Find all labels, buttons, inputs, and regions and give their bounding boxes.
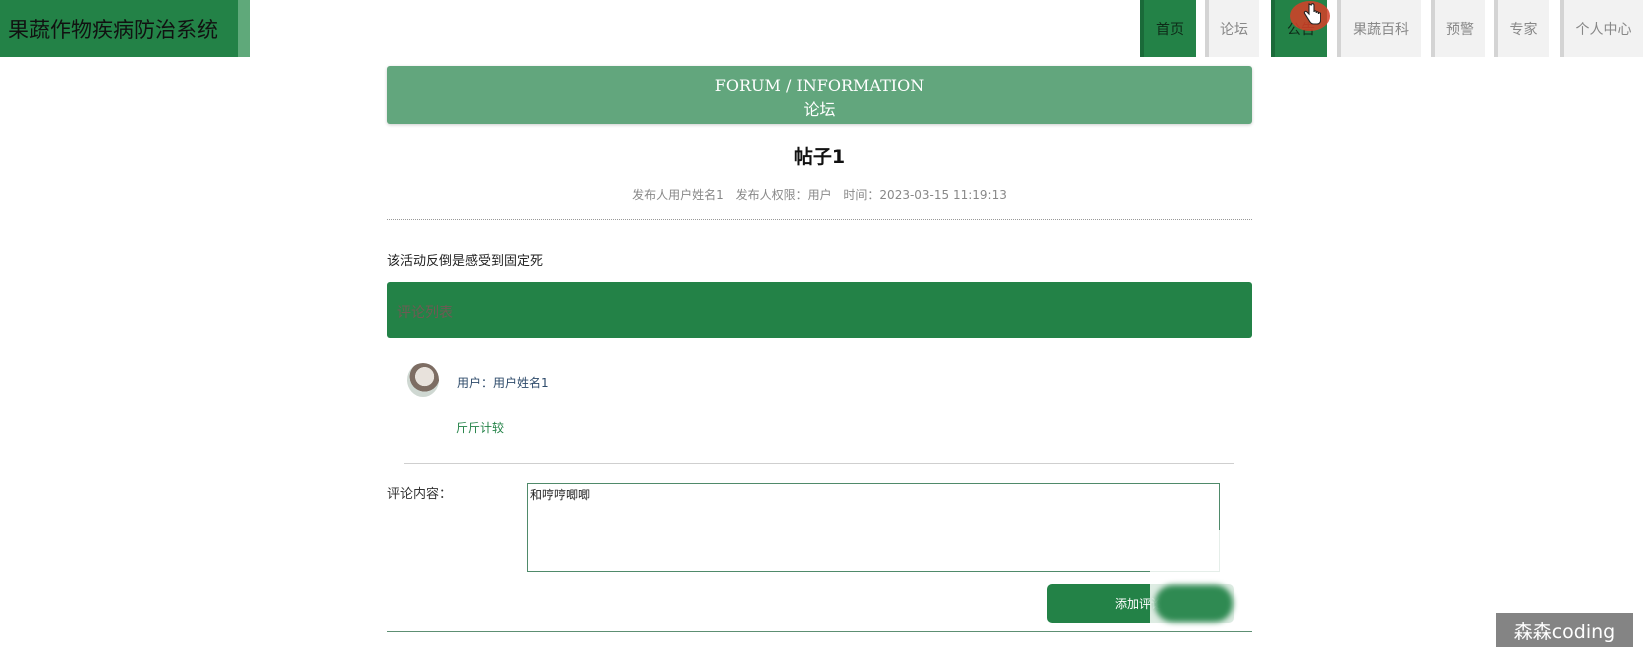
nav-label: 专家: [1509, 21, 1538, 38]
nav-item-forum[interactable]: 论坛: [1205, 0, 1259, 57]
comment-list-label: 评论列表: [397, 305, 453, 321]
nav-item-expert[interactable]: 专家: [1494, 0, 1549, 57]
brand-edge: [238, 0, 250, 57]
nav-label: 论坛: [1220, 21, 1248, 38]
divider: [387, 631, 1252, 632]
section-banner: FORUM / INFORMATION 论坛: [387, 66, 1252, 124]
banner-title-cn: 论坛: [803, 100, 836, 119]
nav-item-warning[interactable]: 预警: [1431, 0, 1485, 57]
comment-item: 用户：用户姓名1 斤斤计较: [387, 358, 1252, 458]
comment-input[interactable]: 和哼哼唧唧: [527, 483, 1220, 572]
nav-item-home[interactable]: 首页: [1140, 0, 1196, 57]
comment-user: 用户：用户姓名1: [457, 376, 549, 390]
avatar: [407, 363, 439, 397]
nav-item-profile[interactable]: 个人中心: [1560, 0, 1643, 57]
comment-text: 斤斤计较: [456, 421, 505, 435]
nav-label: 预警: [1446, 21, 1474, 38]
top-header: 果蔬作物疾病防治系统 首页 论坛 公告 果蔬百科 预警 专家 个人中心: [0, 0, 1643, 57]
nav-item-encyclopedia[interactable]: 果蔬百科: [1337, 0, 1421, 57]
site-title: 果蔬作物疾病防治系统: [8, 17, 218, 42]
comment-content-label: 评论内容：: [387, 487, 453, 502]
nav-label: 首页: [1156, 21, 1184, 38]
post-role: 发布人权限：用户: [735, 188, 832, 202]
comment-list-header: 评论列表: [387, 282, 1252, 338]
nav-label: 果蔬百科: [1353, 21, 1409, 38]
hand-cursor-icon: [1303, 3, 1321, 25]
nav-label: 个人中心: [1575, 21, 1632, 38]
post-author: 发布人用户姓名1: [632, 188, 724, 202]
post-content: 该活动反倒是感受到固定死: [387, 254, 544, 269]
watermark: 森森coding: [1496, 613, 1633, 647]
post-title: 帖子1: [793, 146, 846, 168]
divider: [387, 219, 1252, 220]
post-meta: 发布人用户姓名1 发布人权限：用户 时间：2023-03-15 11:19:13: [387, 186, 1252, 203]
blurred-button-overlay: [1155, 585, 1233, 622]
banner-title-en: FORUM / INFORMATION: [714, 76, 925, 95]
brand[interactable]: 果蔬作物疾病防治系统: [0, 0, 250, 57]
post-time: 时间：2023-03-15 11:19:13: [843, 188, 1007, 202]
divider: [404, 463, 1234, 464]
